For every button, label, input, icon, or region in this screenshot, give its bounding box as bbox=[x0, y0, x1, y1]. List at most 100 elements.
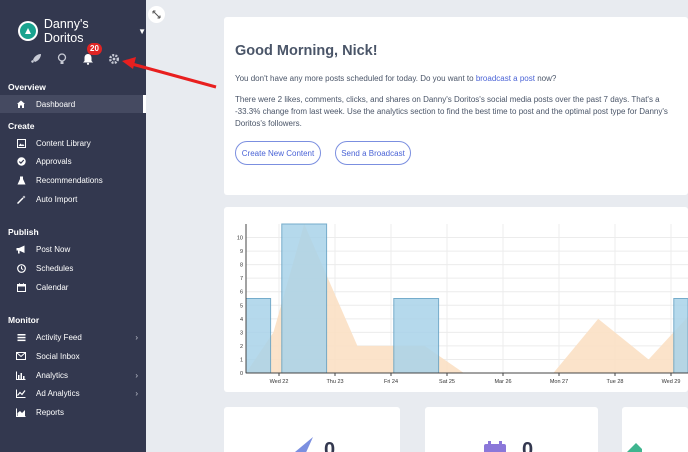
stat-card-3 bbox=[622, 407, 688, 452]
engagement-chart: 0 1 2 3 4 5 6 7 8 9 10 Wed 22 Thu 23 Fri 24 Sat 25 Mar … bbox=[237, 223, 688, 385]
greeting-line-4: Doritos's followers. bbox=[235, 119, 302, 128]
sidebar-item-label: Activity Feed bbox=[36, 332, 82, 342]
greeting-title: Good Morning, Nick! bbox=[235, 43, 378, 59]
chevron-right-icon: › bbox=[135, 388, 138, 398]
sidebar-item-label: Reports bbox=[36, 407, 65, 417]
greeting-line-1: You don't have any more posts scheduled … bbox=[235, 73, 685, 85]
check-circle-icon bbox=[16, 156, 26, 166]
y-tick-label: 5 bbox=[240, 303, 243, 309]
x-tick-label: Wed 29 bbox=[662, 379, 681, 385]
brand-switcher[interactable]: Danny's Doritos ▼ bbox=[18, 17, 146, 45]
x-tick-label: Mar 26 bbox=[494, 379, 511, 385]
bar bbox=[245, 298, 272, 374]
bar bbox=[673, 298, 688, 374]
lightbulb-icon[interactable] bbox=[54, 51, 70, 67]
top-icon-bar: 20 bbox=[28, 43, 132, 67]
stat-value-1: 0 bbox=[324, 439, 336, 452]
y-tick-label: 7 bbox=[240, 276, 243, 282]
stat-card-1: 0 bbox=[224, 407, 400, 452]
calendar-icon bbox=[484, 441, 506, 452]
y-tick-label: 9 bbox=[240, 249, 243, 255]
y-tick-label: 0 bbox=[240, 371, 243, 377]
expand-arrows-icon bbox=[152, 10, 161, 19]
section-overview: Overview bbox=[8, 82, 46, 92]
sidebar-item-reports[interactable]: Reports bbox=[0, 403, 146, 421]
y-tick-label: 6 bbox=[240, 290, 243, 296]
rocket-icon[interactable] bbox=[28, 51, 44, 67]
bar bbox=[281, 223, 328, 374]
annotation-arrow bbox=[122, 57, 217, 89]
sidebar-item-label: Approvals bbox=[36, 156, 72, 166]
image-icon bbox=[16, 138, 26, 148]
bar bbox=[393, 298, 440, 374]
sidebar-item-label: Calendar bbox=[36, 282, 69, 292]
x-tick-label: Fri 24 bbox=[384, 379, 398, 385]
bell-icon[interactable]: 20 bbox=[80, 43, 102, 67]
greeting-text: now? bbox=[537, 74, 557, 83]
bullhorn-icon bbox=[16, 244, 26, 254]
magic-wand-icon bbox=[16, 194, 26, 204]
x-tick-label: Tue 28 bbox=[607, 379, 624, 385]
chevron-right-icon: › bbox=[135, 370, 138, 380]
stat-value-2: 0 bbox=[522, 439, 534, 452]
line-chart-icon bbox=[16, 388, 26, 398]
sidebar-item-social-inbox[interactable]: Social Inbox bbox=[0, 347, 146, 365]
section-publish: Publish bbox=[8, 227, 39, 237]
sidebar-item-label: Dashboard bbox=[36, 99, 76, 109]
sidebar-item-label: Post Now bbox=[36, 244, 71, 254]
flask-icon bbox=[16, 175, 26, 185]
y-tick-label: 2 bbox=[240, 344, 243, 350]
sidebar-item-schedules[interactable]: Schedules bbox=[0, 259, 146, 277]
y-tick-label: 10 bbox=[237, 236, 243, 242]
x-tick-label: Thu 23 bbox=[326, 379, 343, 385]
bar-chart-icon bbox=[16, 370, 26, 380]
greeting-line-3: -33.3% change from last week. Use the an… bbox=[235, 107, 668, 116]
sidebar-item-auto-import[interactable]: Auto Import bbox=[0, 190, 146, 208]
sidebar-item-calendar[interactable]: Calendar bbox=[0, 278, 146, 296]
paper-plane-icon bbox=[295, 437, 313, 452]
envelope-icon bbox=[16, 351, 26, 361]
chevron-right-icon: › bbox=[135, 332, 138, 342]
sidebar-item-approvals[interactable]: Approvals bbox=[0, 152, 146, 170]
notification-badge: 20 bbox=[87, 43, 102, 55]
brand-name: Danny's Doritos bbox=[43, 17, 89, 45]
y-tick-label: 8 bbox=[240, 263, 243, 269]
brand-logo bbox=[18, 21, 38, 41]
sidebar-item-label: Ad Analytics bbox=[36, 388, 80, 398]
greeting-card: Good Morning, Nick! You don't have any m… bbox=[224, 17, 688, 195]
sidebar-item-label: Recommendations bbox=[36, 175, 103, 185]
sidebar-item-label: Social Inbox bbox=[36, 351, 80, 361]
sidebar-item-recommendations[interactable]: Recommendations bbox=[0, 171, 146, 189]
sidebar-item-label: Content Library bbox=[36, 138, 91, 148]
x-tick-label: Mon 27 bbox=[550, 379, 568, 385]
greeting-line-2: There were 2 likes, comments, clicks, an… bbox=[235, 95, 660, 104]
list-icon bbox=[16, 332, 26, 342]
caret-down-icon: ▼ bbox=[138, 26, 146, 36]
sidebar-item-label: Schedules bbox=[36, 263, 74, 273]
area-chart-icon bbox=[16, 407, 26, 417]
y-tick-label: 3 bbox=[240, 330, 243, 336]
y-tick-label: 4 bbox=[240, 317, 243, 323]
broadcast-post-link[interactable]: broadcast a post bbox=[476, 74, 535, 83]
greeting-text: You don't have any more posts scheduled … bbox=[235, 74, 474, 83]
sidebar-item-ad-analytics[interactable]: Ad Analytics › bbox=[0, 384, 146, 402]
section-create: Create bbox=[8, 121, 35, 131]
y-tick-label: 1 bbox=[240, 357, 243, 363]
sidebar-item-post-now[interactable]: Post Now bbox=[0, 240, 146, 258]
sidebar-item-analytics[interactable]: Analytics › bbox=[0, 366, 146, 384]
create-new-content-button[interactable]: Create New Content bbox=[235, 141, 321, 165]
engagement-chart-card: 0 1 2 3 4 5 6 7 8 9 10 Wed 22 Thu 23 Fri 24 Sat 25 Mar … bbox=[224, 207, 688, 392]
sidebar-item-activity-feed[interactable]: Activity Feed › bbox=[0, 328, 146, 346]
x-tick-label: Wed 22 bbox=[270, 379, 289, 385]
collapse-sidebar-button[interactable] bbox=[148, 6, 165, 23]
x-tick-label: Sat 25 bbox=[439, 379, 455, 385]
send-broadcast-button[interactable]: Send a Broadcast bbox=[335, 141, 411, 165]
sidebar-item-label: Analytics bbox=[36, 370, 69, 380]
sidebar-item-label: Auto Import bbox=[36, 194, 78, 204]
home-icon bbox=[16, 99, 26, 109]
sidebar-item-content-library[interactable]: Content Library bbox=[0, 134, 146, 152]
sidebar-item-dashboard[interactable]: Dashboard bbox=[0, 95, 146, 113]
stat-card-2: 0 bbox=[425, 407, 598, 452]
section-monitor: Monitor bbox=[8, 315, 40, 325]
calendar-icon bbox=[16, 282, 26, 292]
